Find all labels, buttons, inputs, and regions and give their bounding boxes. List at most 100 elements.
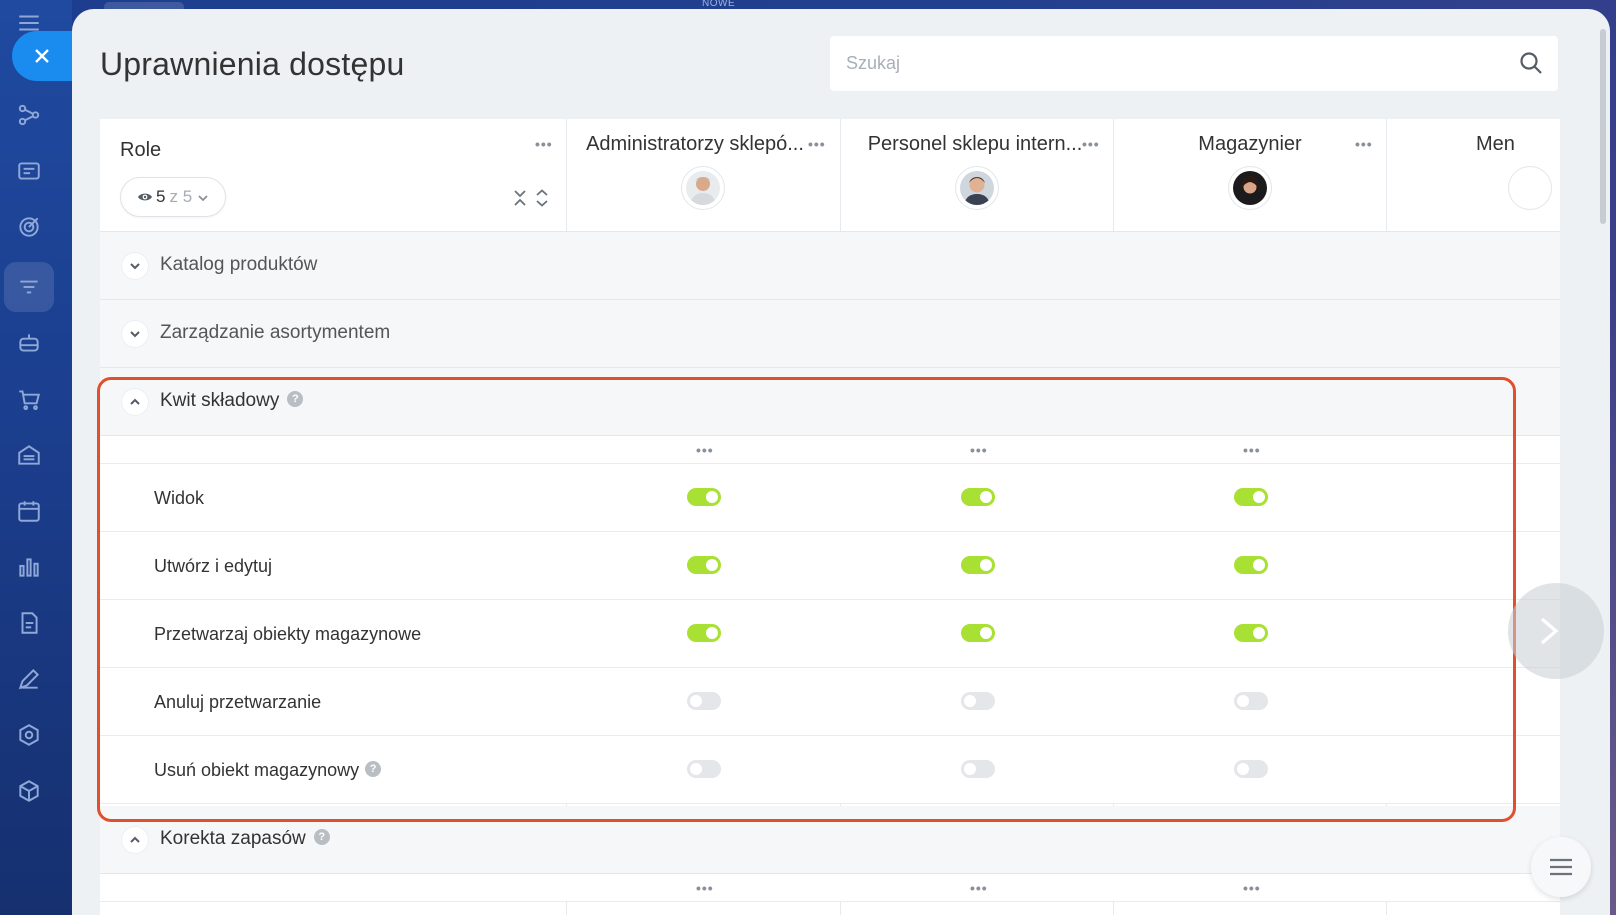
- permission-row: Utwórz i edytuj: [100, 532, 1560, 600]
- section-zarzadzanie-asortymentem[interactable]: Zarządzanie asortymentem: [100, 300, 1560, 368]
- access-permissions-panel: Uprawnienia dostępu Role ••• 5 z 5: [72, 9, 1610, 915]
- contact-card-icon[interactable]: [14, 156, 44, 186]
- section-subheader: ••• ••• •••: [100, 874, 1560, 902]
- expand-all-icon[interactable]: [534, 189, 550, 207]
- man-avatar-icon: [686, 171, 720, 205]
- close-slider-button[interactable]: [12, 31, 72, 81]
- section-subheader: ••• ••• •••: [100, 436, 1560, 464]
- section-title-text: Kwit składowy: [160, 390, 280, 411]
- permission-toggle[interactable]: [1234, 760, 1268, 778]
- role-avatar: [681, 166, 725, 210]
- permission-label: Anuluj przetwarzanie: [154, 692, 322, 712]
- flow-icon[interactable]: [14, 100, 44, 130]
- left-sidebar: [0, 0, 72, 915]
- section-title: Zarządzanie asortymentem: [160, 322, 391, 343]
- role-avatar: [1508, 166, 1552, 210]
- search-box: [830, 36, 1558, 91]
- role-column-title[interactable]: Personel sklepu intern...: [850, 133, 1100, 156]
- eye-icon: [137, 189, 153, 205]
- calendar-icon[interactable]: [14, 496, 44, 526]
- column-more-icon[interactable]: •••: [1243, 881, 1261, 895]
- roles-column-label: Role: [120, 139, 162, 161]
- role-column-title[interactable]: Men: [1476, 133, 1560, 156]
- document-sign-icon[interactable]: [14, 608, 44, 638]
- column-more-icon[interactable]: •••: [970, 443, 988, 457]
- chevron-right-icon: [1540, 617, 1559, 645]
- permission-label-text: Usuń obiekt magazynowy: [154, 760, 360, 780]
- section-title: Kwit składowy?: [160, 390, 304, 412]
- help-icon[interactable]: ?: [365, 761, 382, 778]
- permissions-table: Role ••• 5 z 5 Administratorzy sklepó...: [100, 119, 1560, 915]
- pen-icon[interactable]: [14, 664, 44, 694]
- chevron-up-icon[interactable]: [122, 827, 148, 853]
- permission-toggle[interactable]: [961, 760, 995, 778]
- permission-toggle[interactable]: [687, 556, 721, 574]
- permission-toggle[interactable]: [687, 760, 721, 778]
- chevron-down-icon: [197, 191, 209, 203]
- section-katalog-produktow[interactable]: Katalog produktów: [100, 232, 1560, 300]
- role-column-more-icon[interactable]: •••: [1082, 137, 1100, 151]
- permission-toggle[interactable]: [1234, 692, 1268, 710]
- section-korekta-zapasow[interactable]: Korekta zapasów?: [100, 806, 1560, 874]
- permission-toggle[interactable]: [961, 488, 995, 506]
- permission-toggle[interactable]: [1234, 556, 1268, 574]
- man-avatar-icon: [960, 171, 994, 205]
- chevron-down-icon[interactable]: [122, 253, 148, 279]
- robot-icon[interactable]: [14, 328, 44, 358]
- help-icon[interactable]: ?: [287, 390, 304, 407]
- chevron-up-icon[interactable]: [122, 389, 148, 415]
- role-column-title[interactable]: Administratorzy sklepó...: [580, 133, 810, 156]
- permission-toggle[interactable]: [687, 488, 721, 506]
- cube-icon[interactable]: [14, 776, 44, 806]
- bar-chart-icon[interactable]: [14, 552, 44, 582]
- section-title-text: Korekta zapasów: [160, 828, 306, 849]
- cart-icon[interactable]: [14, 384, 44, 414]
- permission-row: Przetwarzaj obiekty magazynowe: [100, 600, 1560, 668]
- target-icon[interactable]: [14, 212, 44, 242]
- permission-toggle[interactable]: [687, 624, 721, 642]
- funnel-icon[interactable]: [14, 272, 44, 302]
- vertical-scrollbar[interactable]: [1600, 29, 1606, 224]
- section-title: Katalog produktów: [160, 254, 318, 275]
- search-icon[interactable]: [1518, 50, 1544, 76]
- permission-toggle[interactable]: [961, 556, 995, 574]
- new-badge: NOWE: [702, 0, 736, 9]
- permission-label: Przetwarzaj obiekty magazynowe: [154, 624, 422, 644]
- permission-toggle[interactable]: [687, 692, 721, 710]
- roles-visibility-filter[interactable]: 5 z 5: [120, 177, 226, 217]
- hexagon-icon[interactable]: [14, 720, 44, 750]
- list-menu-button[interactable]: [1531, 837, 1591, 897]
- total-roles-count: z 5: [169, 187, 193, 206]
- permission-label: Usuń obiekt magazynowy?: [154, 760, 382, 781]
- woman-avatar-icon: [1233, 171, 1267, 205]
- section-title: Korekta zapasów?: [160, 828, 330, 850]
- section-kwit-skladowy[interactable]: Kwit składowy?: [100, 368, 1560, 436]
- visible-roles-count: 5: [156, 187, 166, 206]
- permission-row: Anuluj przetwarzanie: [100, 668, 1560, 736]
- column-more-icon[interactable]: •••: [1243, 443, 1261, 457]
- list-icon: [1550, 858, 1572, 876]
- permission-row: Usuń obiekt magazynowy?: [100, 736, 1560, 804]
- role-column-title[interactable]: Magazynier: [1140, 133, 1360, 156]
- roles-column-more-icon[interactable]: •••: [535, 137, 553, 151]
- warehouse-icon[interactable]: [14, 440, 44, 470]
- scroll-right-button[interactable]: [1508, 583, 1604, 679]
- permission-toggle[interactable]: [1234, 624, 1268, 642]
- role-column-more-icon[interactable]: •••: [808, 137, 826, 151]
- role-avatar: [1228, 166, 1272, 210]
- page-title: Uprawnienia dostępu: [100, 46, 405, 82]
- permission-toggle[interactable]: [961, 624, 995, 642]
- close-icon: [35, 49, 49, 63]
- help-icon[interactable]: ?: [313, 828, 330, 845]
- role-column-more-icon[interactable]: •••: [1355, 137, 1373, 151]
- collapse-all-icon[interactable]: [512, 189, 528, 207]
- column-more-icon[interactable]: •••: [696, 881, 714, 895]
- column-more-icon[interactable]: •••: [970, 881, 988, 895]
- chevron-down-icon[interactable]: [122, 321, 148, 347]
- permission-toggle[interactable]: [1234, 488, 1268, 506]
- search-input[interactable]: [830, 36, 1558, 91]
- permission-label: Utwórz i edytuj: [154, 556, 273, 576]
- table-header: Role ••• 5 z 5 Administratorzy sklepó...: [100, 119, 1560, 232]
- column-more-icon[interactable]: •••: [696, 443, 714, 457]
- permission-toggle[interactable]: [961, 692, 995, 710]
